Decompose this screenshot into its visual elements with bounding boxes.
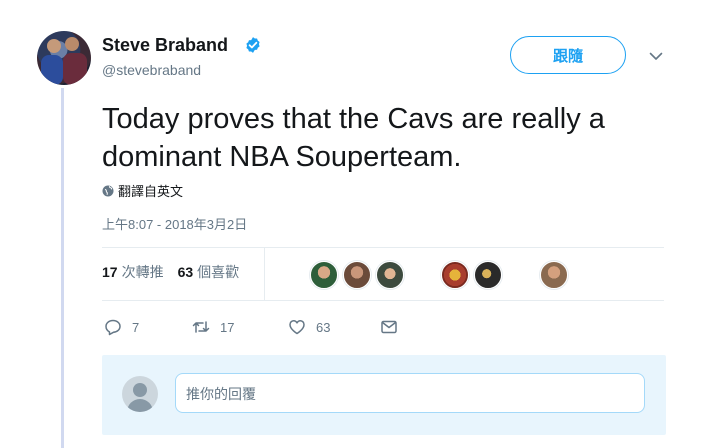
liker-avatar[interactable] <box>474 261 502 289</box>
liker-avatar[interactable] <box>441 261 469 289</box>
liker-avatar[interactable] <box>310 261 338 289</box>
tweet-stats: 17 次轉推 63 個喜歡 <box>102 262 239 282</box>
message-icon <box>381 320 397 334</box>
liker-avatar[interactable] <box>343 261 371 289</box>
reply-input[interactable]: 推你的回覆 <box>175 373 645 413</box>
globe-icon <box>102 185 114 196</box>
reply-count: 7 <box>132 319 140 335</box>
like-action[interactable]: 63 <box>288 318 380 336</box>
reply-action[interactable]: 7 <box>104 318 192 336</box>
verified-badge-icon <box>246 37 260 53</box>
reply-box: 推你的回覆 <box>102 355 666 435</box>
like-icon <box>289 320 305 335</box>
like-count: 63 <box>316 319 331 335</box>
chevron-down-icon[interactable] <box>648 48 664 64</box>
tweet-timestamp[interactable]: 上午8:07 - 2018年3月2日 <box>102 214 247 233</box>
retweet-icon <box>192 321 210 333</box>
divider-bottom <box>102 300 664 301</box>
divider-top <box>102 247 664 248</box>
retweets-stat[interactable]: 17 次轉推 <box>102 262 164 282</box>
stats-separator <box>264 248 265 300</box>
retweet-action[interactable]: 17 <box>192 318 288 336</box>
translate-link[interactable]: 翻譯自英文 <box>102 181 183 200</box>
author-handle[interactable]: @stevebraband <box>102 62 201 78</box>
author-name[interactable]: Steve Braband <box>102 35 228 56</box>
thread-line <box>61 88 64 448</box>
retweet-count: 17 <box>220 319 235 335</box>
follow-button[interactable]: 跟隨 <box>510 36 626 74</box>
translate-label[interactable]: 翻譯自英文 <box>118 181 183 200</box>
author-avatar[interactable] <box>37 31 91 85</box>
tweet-actions: 7 17 63 <box>104 318 398 336</box>
likes-stat[interactable]: 63 個喜歡 <box>178 262 240 282</box>
tweet-text: Today proves that the Cavs are really a … <box>102 103 605 173</box>
liker-avatar[interactable] <box>376 261 404 289</box>
user-avatar <box>122 376 158 412</box>
message-action[interactable] <box>380 318 398 336</box>
liker-avatar[interactable] <box>540 261 568 289</box>
reply-icon <box>105 319 121 336</box>
